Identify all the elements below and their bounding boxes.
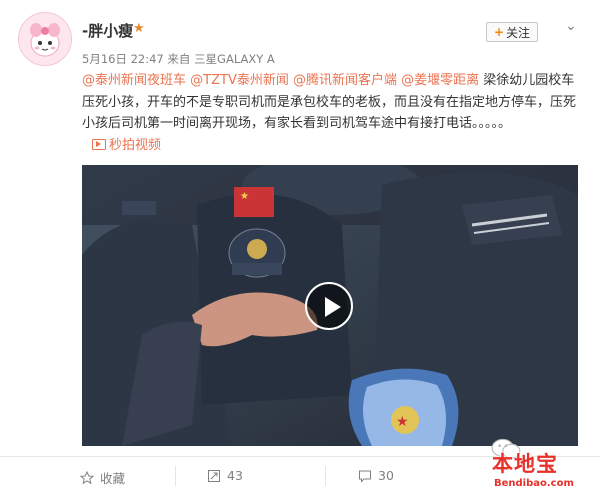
- post-text: @泰州新闻夜班车 @TZTV泰州新闻 @腾讯新闻客户端 @姜堰零距离 梁徐幼儿园…: [82, 70, 582, 156]
- star-icon: [80, 470, 94, 484]
- favorite-label: 收藏: [100, 471, 126, 486]
- favorite-button[interactable]: 收藏: [80, 468, 125, 487]
- mention-link[interactable]: @TZTV泰州新闻: [190, 73, 289, 88]
- follow-label: 关注: [506, 25, 531, 40]
- repost-icon: [208, 469, 220, 482]
- follow-button[interactable]: + 关注: [486, 22, 538, 42]
- video-icon: [92, 138, 106, 150]
- video-link[interactable]: 秒拍视频: [82, 138, 161, 153]
- action-separator: [325, 466, 326, 486]
- post-timestamp[interactable]: 5月16日 22:47: [82, 52, 164, 66]
- comment-count: 30: [378, 468, 394, 483]
- mention-link[interactable]: @泰州新闻夜班车: [82, 73, 186, 88]
- watermark-url: Bendibao.com: [494, 478, 574, 489]
- video-link-label: 秒拍视频: [109, 137, 162, 153]
- chevron-down-icon[interactable]: ⌄: [565, 18, 577, 34]
- username[interactable]: -胖小瘦: [82, 20, 133, 41]
- weibo-post-card: -胖小瘦 ★ + 关注 ⌄ 5月16日 22:47 来自 三星GALAXY A …: [0, 0, 600, 498]
- action-separator: [175, 466, 176, 486]
- source-prefix: 来自: [167, 52, 191, 66]
- comment-icon: [359, 470, 371, 483]
- play-icon[interactable]: [305, 282, 353, 330]
- comment-button[interactable]: 30: [358, 468, 394, 483]
- source-device[interactable]: 三星GALAXY A: [194, 52, 275, 66]
- repost-count: 43: [227, 468, 243, 483]
- repost-button[interactable]: 43: [207, 468, 243, 483]
- mention-link[interactable]: @姜堰零距离: [401, 73, 479, 88]
- mention-link[interactable]: @腾讯新闻客户端: [293, 73, 397, 88]
- plus-icon: +: [493, 25, 505, 39]
- avatar[interactable]: [18, 12, 72, 66]
- post-meta: 5月16日 22:47 来自 三星GALAXY A: [82, 51, 275, 67]
- watermark-logo-text: 本地宝: [492, 452, 558, 476]
- star-badge-icon[interactable]: ★: [133, 21, 145, 36]
